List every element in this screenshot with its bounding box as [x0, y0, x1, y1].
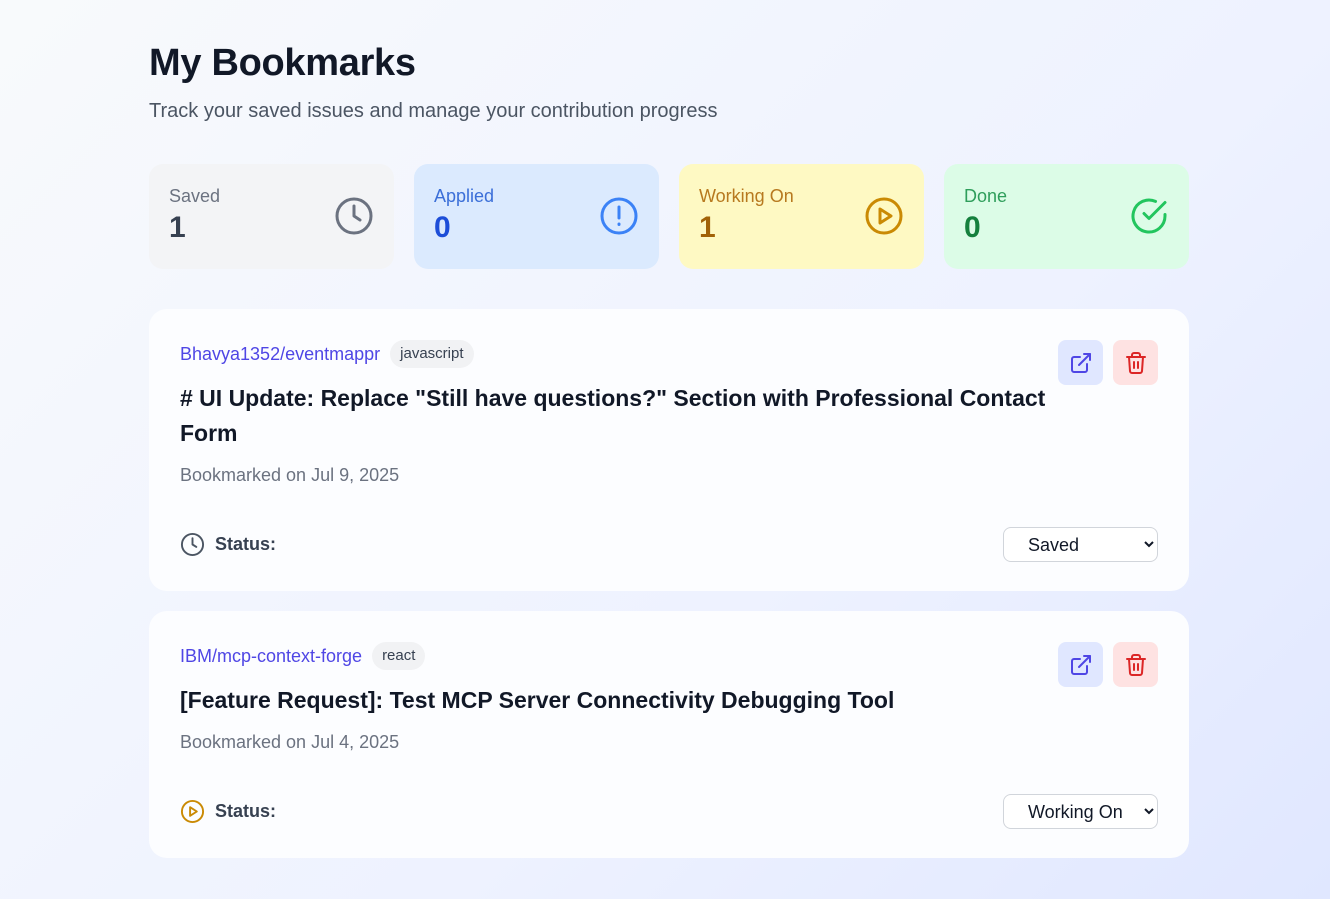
page-title: My Bookmarks: [149, 42, 416, 84]
bookmark-card: IBM/mcp-context-forge react [Feature Req…: [149, 611, 1189, 858]
stat-card-done: Done 0: [944, 164, 1189, 269]
check-circle-icon: [1131, 198, 1167, 234]
stat-card-applied: Applied 0: [414, 164, 659, 269]
play-circle-icon: [180, 799, 205, 824]
status-select[interactable]: Saved: [1003, 527, 1158, 562]
status-label: Status:: [215, 801, 277, 821]
status-row: Status: Saved: [180, 527, 1158, 562]
stat-card-working-on: Working On 1: [679, 164, 924, 269]
stats-row: Saved 1 Applied 0 Working On 1 Done 0: [149, 164, 1189, 269]
stat-card-saved: Saved 1: [149, 164, 394, 269]
card-header: IBM/mcp-context-forge react: [180, 641, 1158, 671]
open-link-button[interactable]: [1058, 642, 1103, 687]
status-left: Status:: [180, 799, 276, 824]
delete-button[interactable]: [1113, 340, 1158, 385]
clock-icon: [335, 197, 373, 235]
page-subtitle: Track your saved issues and manage your …: [149, 100, 718, 122]
trash-icon: [1125, 351, 1146, 374]
status-row: Status: Working On: [180, 794, 1158, 829]
clock-icon: [180, 532, 205, 557]
external-link-icon: [1070, 352, 1091, 373]
card-header: Bhavya1352/eventmappr javascript: [180, 339, 1158, 369]
issue-title: [Feature Request]: Test MCP Server Conne…: [180, 687, 895, 713]
external-link-icon: [1070, 654, 1091, 675]
bookmarks-page: My Bookmarks Track your saved issues and…: [149, 40, 1189, 858]
card-actions: [1058, 340, 1158, 385]
language-tag: javascript: [390, 340, 474, 368]
bookmarked-date: Bookmarked on Jul 4, 2025: [180, 732, 400, 752]
language-tag: react: [372, 642, 426, 670]
play-circle-icon: [865, 197, 903, 235]
alert-circle-icon: [600, 197, 638, 235]
delete-button[interactable]: [1113, 642, 1158, 687]
repo-link[interactable]: Bhavya1352/eventmappr: [180, 339, 380, 369]
trash-icon: [1125, 653, 1146, 676]
bookmarked-date: Bookmarked on Jul 9, 2025: [180, 465, 400, 485]
repo-link[interactable]: IBM/mcp-context-forge: [180, 641, 362, 671]
bookmark-card: Bhavya1352/eventmappr javascript # UI Up…: [149, 309, 1189, 591]
status-select[interactable]: Working On: [1003, 794, 1158, 829]
card-actions: [1058, 642, 1158, 687]
open-link-button[interactable]: [1058, 340, 1103, 385]
status-left: Status:: [180, 532, 276, 557]
issue-title: # UI Update: Replace "Still have questio…: [180, 385, 1046, 446]
status-label: Status:: [215, 534, 277, 554]
